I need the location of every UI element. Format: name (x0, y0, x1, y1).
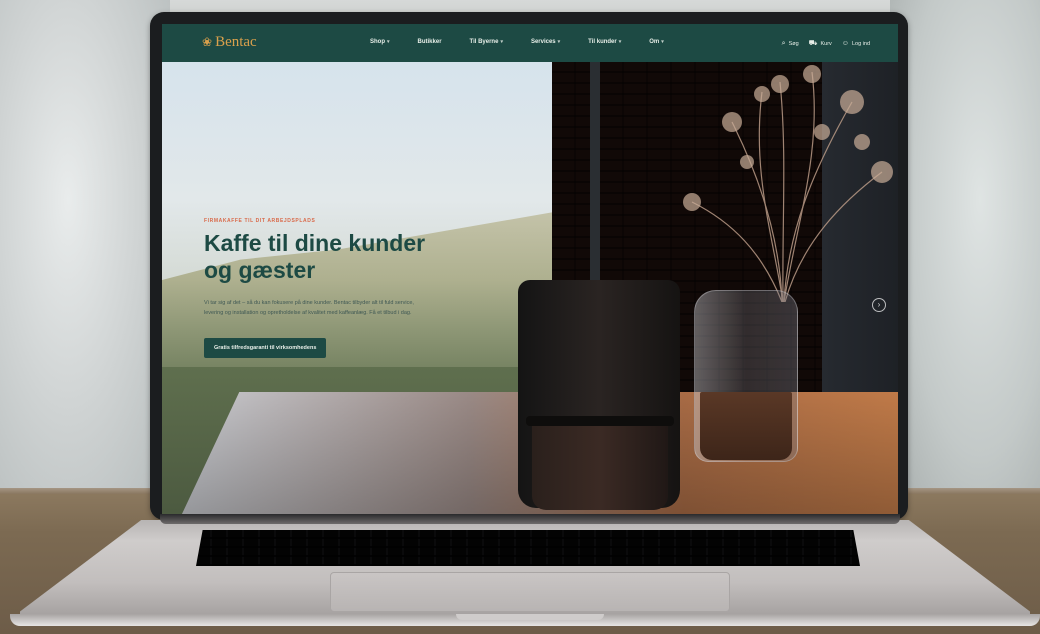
cart-label: Kurv (820, 40, 832, 47)
hero-cta-button[interactable]: Gratis tilfredsgaranti til virksomhedens (204, 338, 327, 358)
chevron-down-icon: ▾ (618, 39, 622, 45)
laptop-notch (456, 614, 604, 620)
chevron-down-icon: ▾ (500, 39, 503, 45)
nav-item-byerne[interactable]: Til Byerne ▾ (456, 39, 517, 45)
nav-item-butikker[interactable]: Butikker (404, 39, 456, 45)
nav-label: Services (530, 39, 556, 45)
laptop-hinge (160, 514, 900, 524)
search-link[interactable]: ⌕ Søg (782, 39, 799, 48)
background-window-right (890, 0, 1040, 500)
nav-item-shop[interactable]: Shop ▾ (356, 39, 404, 45)
hero-headline: Kaffe til dine kunder og gæster (204, 230, 426, 283)
cart-link[interactable]: ⛟ Kurv (809, 39, 832, 48)
chevron-down-icon: ▾ (387, 39, 390, 45)
user-icon: ☺ (841, 40, 849, 47)
search-label: Søg (788, 40, 799, 47)
chevron-down-icon: ▾ (661, 39, 664, 45)
login-link[interactable]: ☺ Log ind (842, 39, 870, 48)
laptop-keyboard (196, 530, 860, 566)
nav-label: Til kunder (588, 39, 617, 45)
brand-logo[interactable]: ❀ Bentac (202, 34, 257, 51)
cup-lower (532, 426, 668, 510)
nav-item-om[interactable]: Om ▾ (635, 39, 678, 45)
hero-content: FIRMAKAFFE TIL DIT ARBEJDSPLADS Kaffe ti… (204, 218, 434, 358)
chevron-right-icon: › (877, 300, 881, 309)
dried-flowers-image (683, 65, 893, 302)
nav-label: Shop (370, 39, 385, 45)
hero-description: Vi tar sig af det – så du kan fokusere p… (204, 300, 414, 316)
cart-icon: ⛟ (808, 40, 818, 47)
search-icon: ⌕ (781, 39, 786, 47)
hero-section: › FIRMAKAFFE TIL DIT ARBEJDSPLADS Kaffe … (162, 62, 898, 514)
site-navbar: ❀ Bentac Shop ▾ Butikker Til Byerne ▾ Serv… (162, 24, 898, 62)
hero-eyebrow: FIRMAKAFFE TIL DIT ARBEJDSPLADS (204, 218, 316, 224)
laptop-screen: ❀ Bentac Shop ▾ Butikker Til Byerne ▾ Serv… (162, 24, 898, 514)
laptop-trackpad (330, 572, 730, 612)
nav-label: Til Byerne (469, 39, 499, 45)
nav-label: Butikker (417, 39, 442, 45)
slider-next-button[interactable]: › (872, 298, 886, 312)
vase-content (700, 392, 792, 460)
background-window-left (0, 0, 170, 500)
flower-icon: ❀ (202, 35, 213, 49)
chevron-down-icon: ▾ (557, 39, 561, 45)
main-menu: Shop ▾ Butikker Til Byerne ▾ Services ▾ Til… (356, 39, 678, 45)
login-label: Log ind (851, 40, 870, 47)
cup-band (526, 416, 674, 426)
nav-item-kunder[interactable]: Til kunder ▾ (574, 39, 635, 45)
nav-label: Om (649, 39, 660, 45)
utility-nav: ⌕ Søg ⛟ Kurv ☺ Log ind (782, 39, 870, 48)
brand-name: Bentac (215, 34, 257, 50)
nav-item-services[interactable]: Services ▾ (517, 39, 574, 45)
